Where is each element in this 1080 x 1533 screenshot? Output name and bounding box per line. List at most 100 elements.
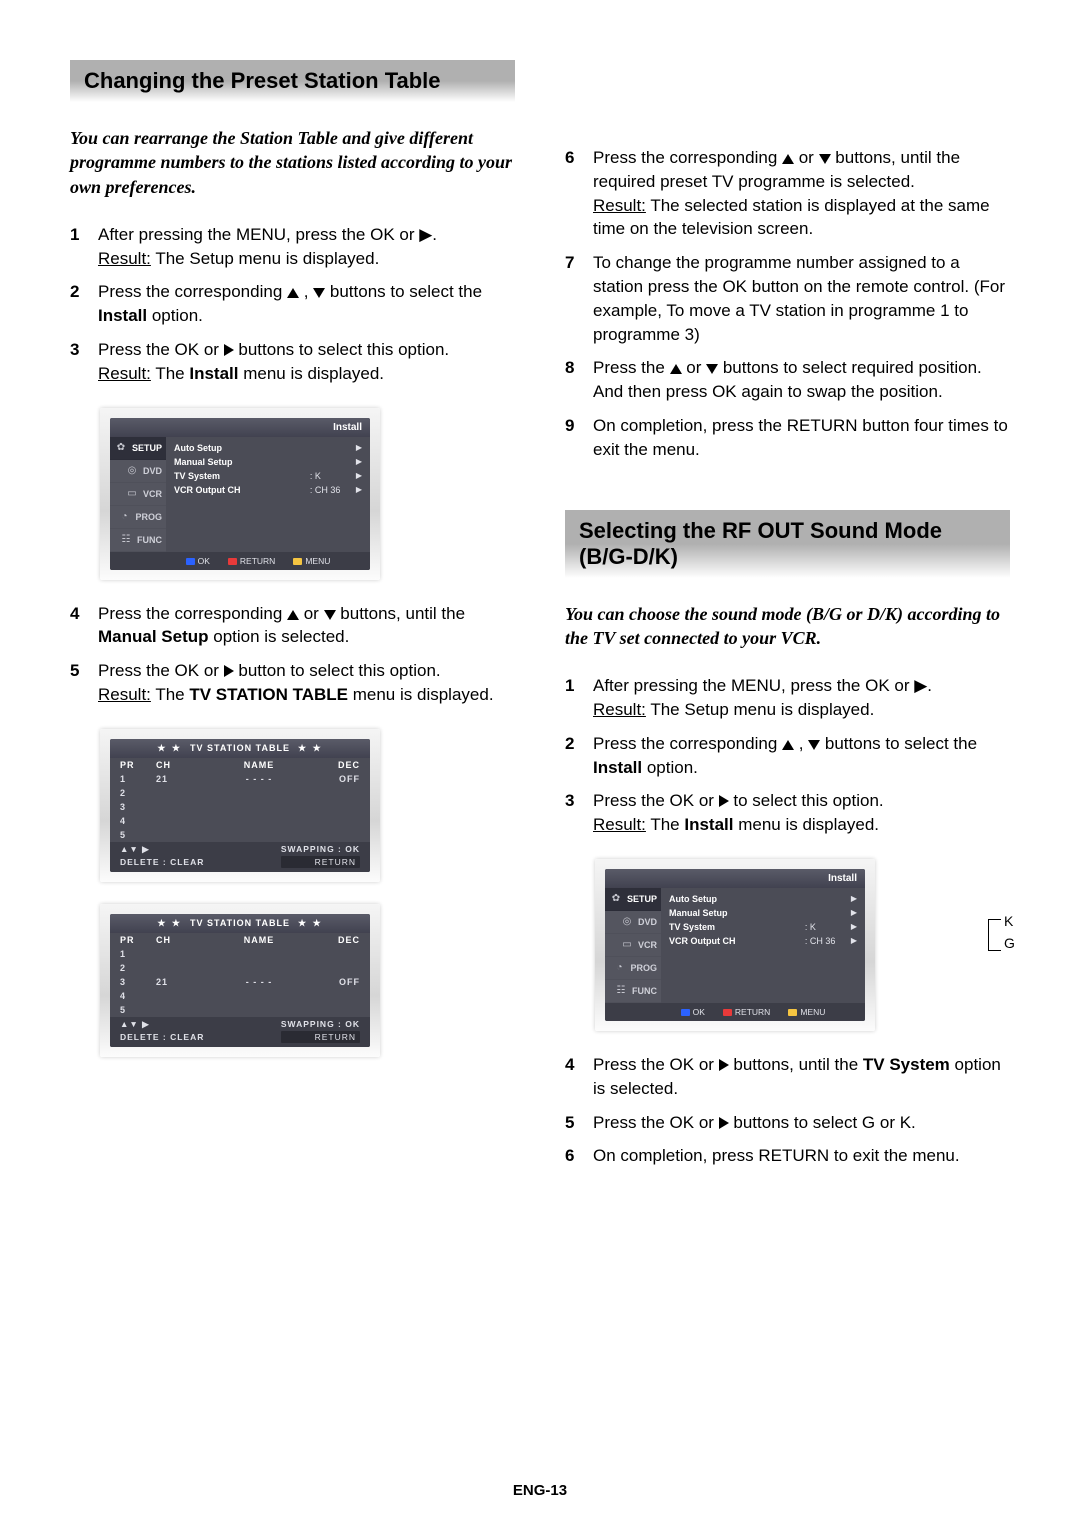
- rfout-steps-1-3: 1 After pressing the MENU, press the OK …: [565, 674, 1010, 837]
- table-row: 3: [110, 800, 370, 814]
- result-label: Result:: [98, 249, 151, 268]
- right-arrow-icon: [719, 1117, 729, 1129]
- page-number: ENG-13: [0, 1482, 1080, 1499]
- install-label: Install: [98, 306, 147, 325]
- tv-station-table-label: TV STATION TABLE: [189, 685, 348, 704]
- t: or: [299, 604, 324, 623]
- heading-rfout: Selecting the RF OUT Sound Mode (B/G-D/K…: [565, 510, 1010, 578]
- t: button to select this option.: [234, 661, 441, 680]
- result-label: Result:: [593, 700, 646, 719]
- table-row: 1: [110, 947, 370, 961]
- table-row: 321- - - -OFF: [110, 975, 370, 989]
- blue-key-icon: [186, 558, 195, 565]
- step-1: 1 After pressing the MENU, press the OK …: [70, 223, 515, 271]
- t: The: [646, 815, 684, 834]
- heading-rfout-text: Selecting the RF OUT Sound Mode (B/G-D/K…: [579, 518, 996, 570]
- table-row: 4: [110, 989, 370, 1003]
- tape-icon: ▭: [125, 487, 139, 501]
- t: or: [682, 358, 707, 377]
- rfout-intro: You can choose the sound mode (B/G or D/…: [565, 602, 1010, 651]
- install-label: Install: [684, 815, 733, 834]
- down-arrow-icon: [819, 154, 831, 164]
- install-label: Install: [593, 758, 642, 777]
- preset-steps-4-5: 4 Press the corresponding or buttons, un…: [70, 602, 515, 707]
- t: After pressing the MENU, press the OK or…: [593, 676, 932, 695]
- result-label: Result:: [98, 685, 151, 704]
- clock-icon: ◔: [612, 961, 626, 975]
- up-arrow-icon: [782, 154, 794, 164]
- preset-steps-1-3: 1 After pressing the MENU, press the OK …: [70, 223, 515, 386]
- table-row: 5: [110, 1003, 370, 1017]
- t: The: [151, 685, 189, 704]
- func-icon: ☷: [119, 533, 133, 547]
- t: Press the: [593, 358, 670, 377]
- osd-side-vcr: ▭VCR: [110, 483, 166, 506]
- stbl-title-text: TV STATION TABLE: [190, 918, 290, 928]
- stbl-footer: ▲▼ ▶ DELETE : CLEAR SWAPPING : OK RETURN: [110, 842, 370, 872]
- anno-k: K: [1004, 913, 1013, 929]
- osd-station-table-b: ★ ★TV STATION TABLE★ ★ PR CH NAME DEC 12…: [100, 904, 380, 1057]
- tape-icon: ▭: [620, 938, 634, 952]
- down-arrow-icon: [313, 288, 325, 298]
- step-2: 2 Press the corresponding , buttons to s…: [70, 280, 515, 328]
- up-arrow-icon: [670, 364, 682, 374]
- manual-setup-label: Manual Setup: [98, 627, 209, 646]
- t: Press the OK or: [593, 1113, 719, 1132]
- up-arrow-icon: [287, 288, 299, 298]
- t: buttons to select the: [820, 734, 977, 753]
- t: Press the corresponding: [593, 148, 782, 167]
- t: menu is displayed.: [348, 685, 494, 704]
- yellow-key-icon: [788, 1009, 797, 1016]
- step-6-result: The selected station is displayed at the…: [593, 196, 990, 239]
- rf-step-4: 4 Press the OK or buttons, until the TV …: [565, 1053, 1010, 1101]
- down-arrow-icon: [706, 364, 718, 374]
- install-label: Install: [189, 364, 238, 383]
- t: or: [794, 148, 819, 167]
- table-row: 2: [110, 786, 370, 800]
- down-arrow-icon: [808, 740, 820, 750]
- osd-install-menu-right: Install ✿SETUP ◎DVD ▭VCR ◔PROG ☷FUNC Aut…: [595, 859, 875, 1031]
- right-arrow-icon: [224, 665, 234, 677]
- table-row: 121- - - -OFF: [110, 772, 370, 786]
- up-arrow-icon: [287, 610, 299, 620]
- blue-key-icon: [681, 1009, 690, 1016]
- rfout-steps-4-6: 4 Press the OK or buttons, until the TV …: [565, 1053, 1010, 1168]
- t: buttons to select G or K.: [729, 1113, 916, 1132]
- step-5: 5 Press the OK or button to select this …: [70, 659, 515, 707]
- t: buttons, until the: [336, 604, 465, 623]
- clock-icon: ◔: [117, 510, 131, 524]
- gear-icon: ✿: [609, 892, 623, 906]
- rf-step-2: 2 Press the corresponding , buttons to s…: [565, 732, 1010, 780]
- heading-preset-text: Changing the Preset Station Table: [84, 68, 501, 94]
- tv-system-label: TV System: [863, 1055, 950, 1074]
- step-7-text: To change the programme number assigned …: [593, 251, 1010, 346]
- t: option.: [147, 306, 203, 325]
- osd-station-table-a: ★ ★TV STATION TABLE★ ★ PR CH NAME DEC 12…: [100, 729, 380, 882]
- result-label: Result:: [98, 364, 151, 383]
- yellow-key-icon: [293, 558, 302, 565]
- func-icon: ☷: [614, 984, 628, 998]
- t: to select this option.: [729, 791, 884, 810]
- stbl-header: PR CH NAME DEC: [110, 933, 370, 947]
- result-label: Result:: [593, 815, 646, 834]
- disc-icon: ◎: [125, 464, 139, 478]
- t: Press the OK or: [98, 340, 224, 359]
- rf-step-3: 3 Press the OK or to select this option.…: [565, 789, 1010, 837]
- red-key-icon: [228, 558, 237, 565]
- up-arrow-icon: [782, 740, 794, 750]
- osd-sidebar: ✿SETUP ◎DVD ▭VCR ◔PROG ☷FUNC: [110, 437, 166, 552]
- stars-icon: ★ ★: [157, 743, 182, 754]
- step-8: 8 Press the or buttons to select require…: [565, 356, 1010, 404]
- stbl-title-text: TV STATION TABLE: [190, 743, 290, 753]
- disc-icon: ◎: [620, 915, 634, 929]
- osd-install-menu-left: Install ✿SETUP ◎DVD ▭VCR ◔PROG ☷FUNC Aut…: [100, 408, 380, 580]
- t: ,: [794, 734, 808, 753]
- t: buttons to select the: [325, 282, 482, 301]
- step-6: 6 Press the corresponding or buttons, un…: [565, 146, 1010, 241]
- heading-preset: Changing the Preset Station Table: [70, 60, 515, 102]
- t: Press the corresponding: [98, 282, 287, 301]
- osd-side-prog: ◔PROG: [110, 506, 166, 529]
- rf-step-6-text: On completion, press RETURN to exit the …: [593, 1144, 1010, 1168]
- right-arrow-icon: [719, 795, 729, 807]
- rf-step-1: 1 After pressing the MENU, press the OK …: [565, 674, 1010, 722]
